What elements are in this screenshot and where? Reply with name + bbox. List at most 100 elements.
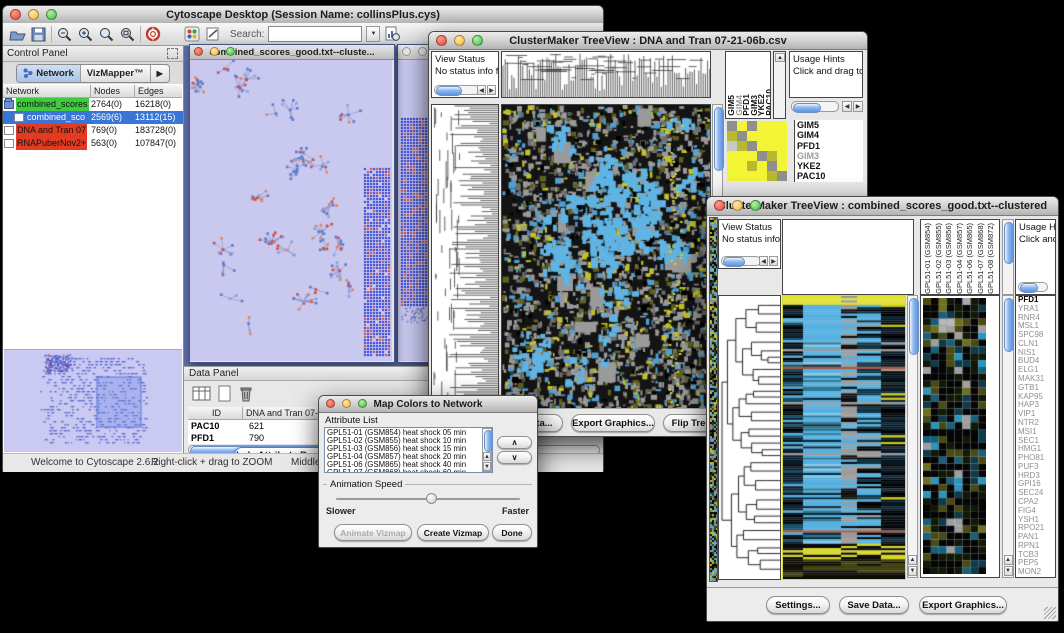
float-panel-icon[interactable] [167, 48, 178, 59]
tv1-summary-heatmap[interactable] [727, 121, 787, 181]
network-edges-count: 13112(15) [135, 111, 182, 124]
help-lifering-icon[interactable] [145, 26, 162, 42]
data-col-id[interactable]: ID [188, 407, 243, 420]
tv1-row-dendrogram[interactable] [431, 104, 499, 409]
search-input[interactable] [268, 26, 362, 42]
tv1-heatmap[interactable] [501, 104, 711, 409]
summary-cell [747, 121, 757, 131]
attribute-select-icon[interactable] [192, 385, 212, 403]
col-header-edges[interactable]: Edges [135, 85, 182, 98]
tv1-usage-scroll-right[interactable]: ▶ [853, 101, 863, 112]
tv1-status-scrollbar[interactable] [434, 85, 480, 95]
network-nodes-count: 563(0) [91, 137, 135, 150]
treeview1-titlebar[interactable]: ClusterMaker TreeView : DNA and Tran 07-… [429, 32, 867, 50]
frame1-window-controls[interactable] [194, 47, 235, 56]
tv2-save-data-button[interactable]: Save Data... [839, 596, 909, 614]
tab-network[interactable]: Network [17, 65, 80, 82]
treeview2-window-controls[interactable] [714, 200, 761, 211]
delete-attribute-icon[interactable] [238, 385, 254, 403]
tab-overflow-arrow[interactable]: ▶ [151, 65, 169, 82]
tab-vizmapper[interactable]: VizMapper™ [81, 65, 151, 82]
network-overview-canvas[interactable] [4, 350, 182, 452]
tv2-status-scroll-right[interactable]: ▶ [769, 256, 778, 266]
tv2-heatmap[interactable] [782, 295, 906, 580]
resize-grip[interactable] [1044, 607, 1056, 619]
network-row[interactable]: combined_sco 2569(6) 13112(15) [3, 111, 183, 124]
save-session-icon[interactable] [30, 27, 47, 42]
tv2-export-graphics-button[interactable]: Export Graphics... [919, 596, 1007, 614]
summary-cell [747, 151, 757, 161]
new-attribute-icon[interactable] [217, 385, 233, 403]
treeview2-titlebar[interactable]: ClusterMaker TreeView : combined_scores_… [707, 197, 1058, 216]
move-up-button[interactable]: ∧ [497, 436, 532, 449]
treeview1-window-controls[interactable] [436, 35, 483, 46]
tv2-status-scrollbar[interactable] [721, 256, 761, 266]
tv1-row-label: PAC10 [797, 171, 863, 181]
desktop: { "app": { "window_title": "Cytoscape De… [0, 0, 1064, 633]
close-icon [326, 399, 335, 408]
attribute-item[interactable]: GPL51-07 (GSM868) heat shock 60 min [327, 469, 492, 473]
tv1-usage-scroll-left[interactable]: ◀ [842, 101, 852, 112]
network-type-icon [14, 113, 24, 122]
tv2-detail-heatmap[interactable] [920, 295, 1000, 578]
tv1-usage-scrollbar[interactable] [791, 101, 839, 112]
col-header-nodes[interactable]: Nodes [91, 85, 135, 98]
tv2-heatmap-vscrollbar[interactable]: ▲ ▼ [907, 295, 918, 578]
summary-cell [727, 161, 737, 171]
summary-cell [737, 131, 747, 141]
zoom-out-icon[interactable] [56, 26, 73, 42]
tv2-usage-scrollbar[interactable] [1018, 282, 1048, 292]
move-down-label: ∨ [512, 453, 518, 462]
network-name: combined_sco [26, 111, 86, 124]
zoom-icon [358, 399, 367, 408]
zoom-in-icon[interactable] [77, 26, 94, 42]
done-button[interactable]: Done [492, 524, 532, 541]
create-vizmap-button[interactable]: Create Vizmap [417, 524, 489, 541]
zoom-selected-icon[interactable] [98, 26, 115, 42]
dialog-titlebar[interactable]: Map Colors to Network [319, 396, 537, 413]
zoom-fit-icon[interactable] [119, 26, 136, 42]
tv1-status-scroll-left[interactable]: ◀ [477, 85, 486, 95]
tv2-column-labels[interactable]: GPL51-01 (GSM854)GPL51-02 (GSM855)GPL51-… [920, 219, 1000, 295]
tv1-column-dendrogram[interactable] [501, 51, 711, 98]
tv2-column-dendrogram[interactable] [782, 219, 914, 295]
summary-cell [767, 141, 777, 151]
cytoscape-titlebar[interactable]: Cytoscape Desktop (Session Name: collins… [3, 6, 603, 24]
dialog-window-controls[interactable] [326, 399, 367, 408]
animate-vizmap-button[interactable]: Animate Vizmap [334, 524, 412, 541]
tv1-view-status-title: View Status [432, 52, 498, 66]
tv1-column-labels[interactable]: GIM5GIM4PFD1GIM3YKE2PAC10 [725, 51, 771, 119]
search-dropdown-button[interactable]: ▼ [366, 26, 380, 42]
animation-speed-slider[interactable] [336, 498, 520, 500]
tv1-export-graphics-button[interactable]: Export Graphics... [571, 414, 655, 432]
network-row[interactable]: DNA and Tran 07 769(0) 183728(0) [3, 124, 183, 137]
attribute-list-scrollbar[interactable]: ▲ ▼ [482, 428, 492, 472]
network-tab-label: Network [36, 68, 73, 79]
network-row[interactable]: RNAPuberNov2+ 563(0) 107847(0) [3, 137, 183, 150]
tv2-row-dendrogram[interactable] [718, 295, 781, 580]
tv2-global-strip[interactable] [709, 217, 718, 582]
tv2-column-label: GPL51-04 (GSM857) [955, 223, 966, 294]
network-report-icon[interactable] [384, 26, 401, 42]
tv2-usage-hints: Usage Hints Click and [1015, 219, 1056, 295]
tv2-labels-vscrollbar[interactable] [1002, 219, 1014, 295]
slider-thumb[interactable] [426, 493, 437, 504]
annotation-icon[interactable] [205, 26, 222, 42]
tv1-label-scroll-strip[interactable]: ▲ [773, 51, 786, 119]
tv2-genelist-vscrollbar[interactable]: ▲ ▼ [1002, 295, 1014, 578]
vizmapper-icon[interactable] [184, 26, 201, 42]
network-row[interactable]: combined_scores 2764(0) 16218(0) [3, 98, 183, 111]
tv2-status-scroll-left[interactable]: ◀ [759, 256, 768, 266]
tv2-settings-button[interactable]: Settings... [766, 596, 830, 614]
tv2-gene-list[interactable]: PFD1YRA1RNR4MSL1SPC98CLN1NIS1BUD4ELG1MAK… [1015, 295, 1056, 578]
open-session-icon[interactable] [9, 27, 26, 42]
col-header-network[interactable]: Network [3, 85, 91, 98]
move-down-button[interactable]: ∨ [497, 451, 532, 464]
attribute-list[interactable]: GPL51-01 (GSM854) heat shock 05 minGPL51… [324, 427, 493, 473]
network-frame-1[interactable]: combined_scores_good.txt--cluste... [189, 44, 395, 363]
create-vizmap-label: Create Vizmap [424, 528, 482, 538]
tv1-status-scroll-right[interactable]: ▶ [487, 85, 496, 95]
tv1-row-labels[interactable]: GIM5GIM4PFD1GIM3YKE2PAC10 [794, 120, 863, 182]
window-controls[interactable] [10, 9, 57, 20]
network-view-1-canvas[interactable] [190, 60, 392, 361]
